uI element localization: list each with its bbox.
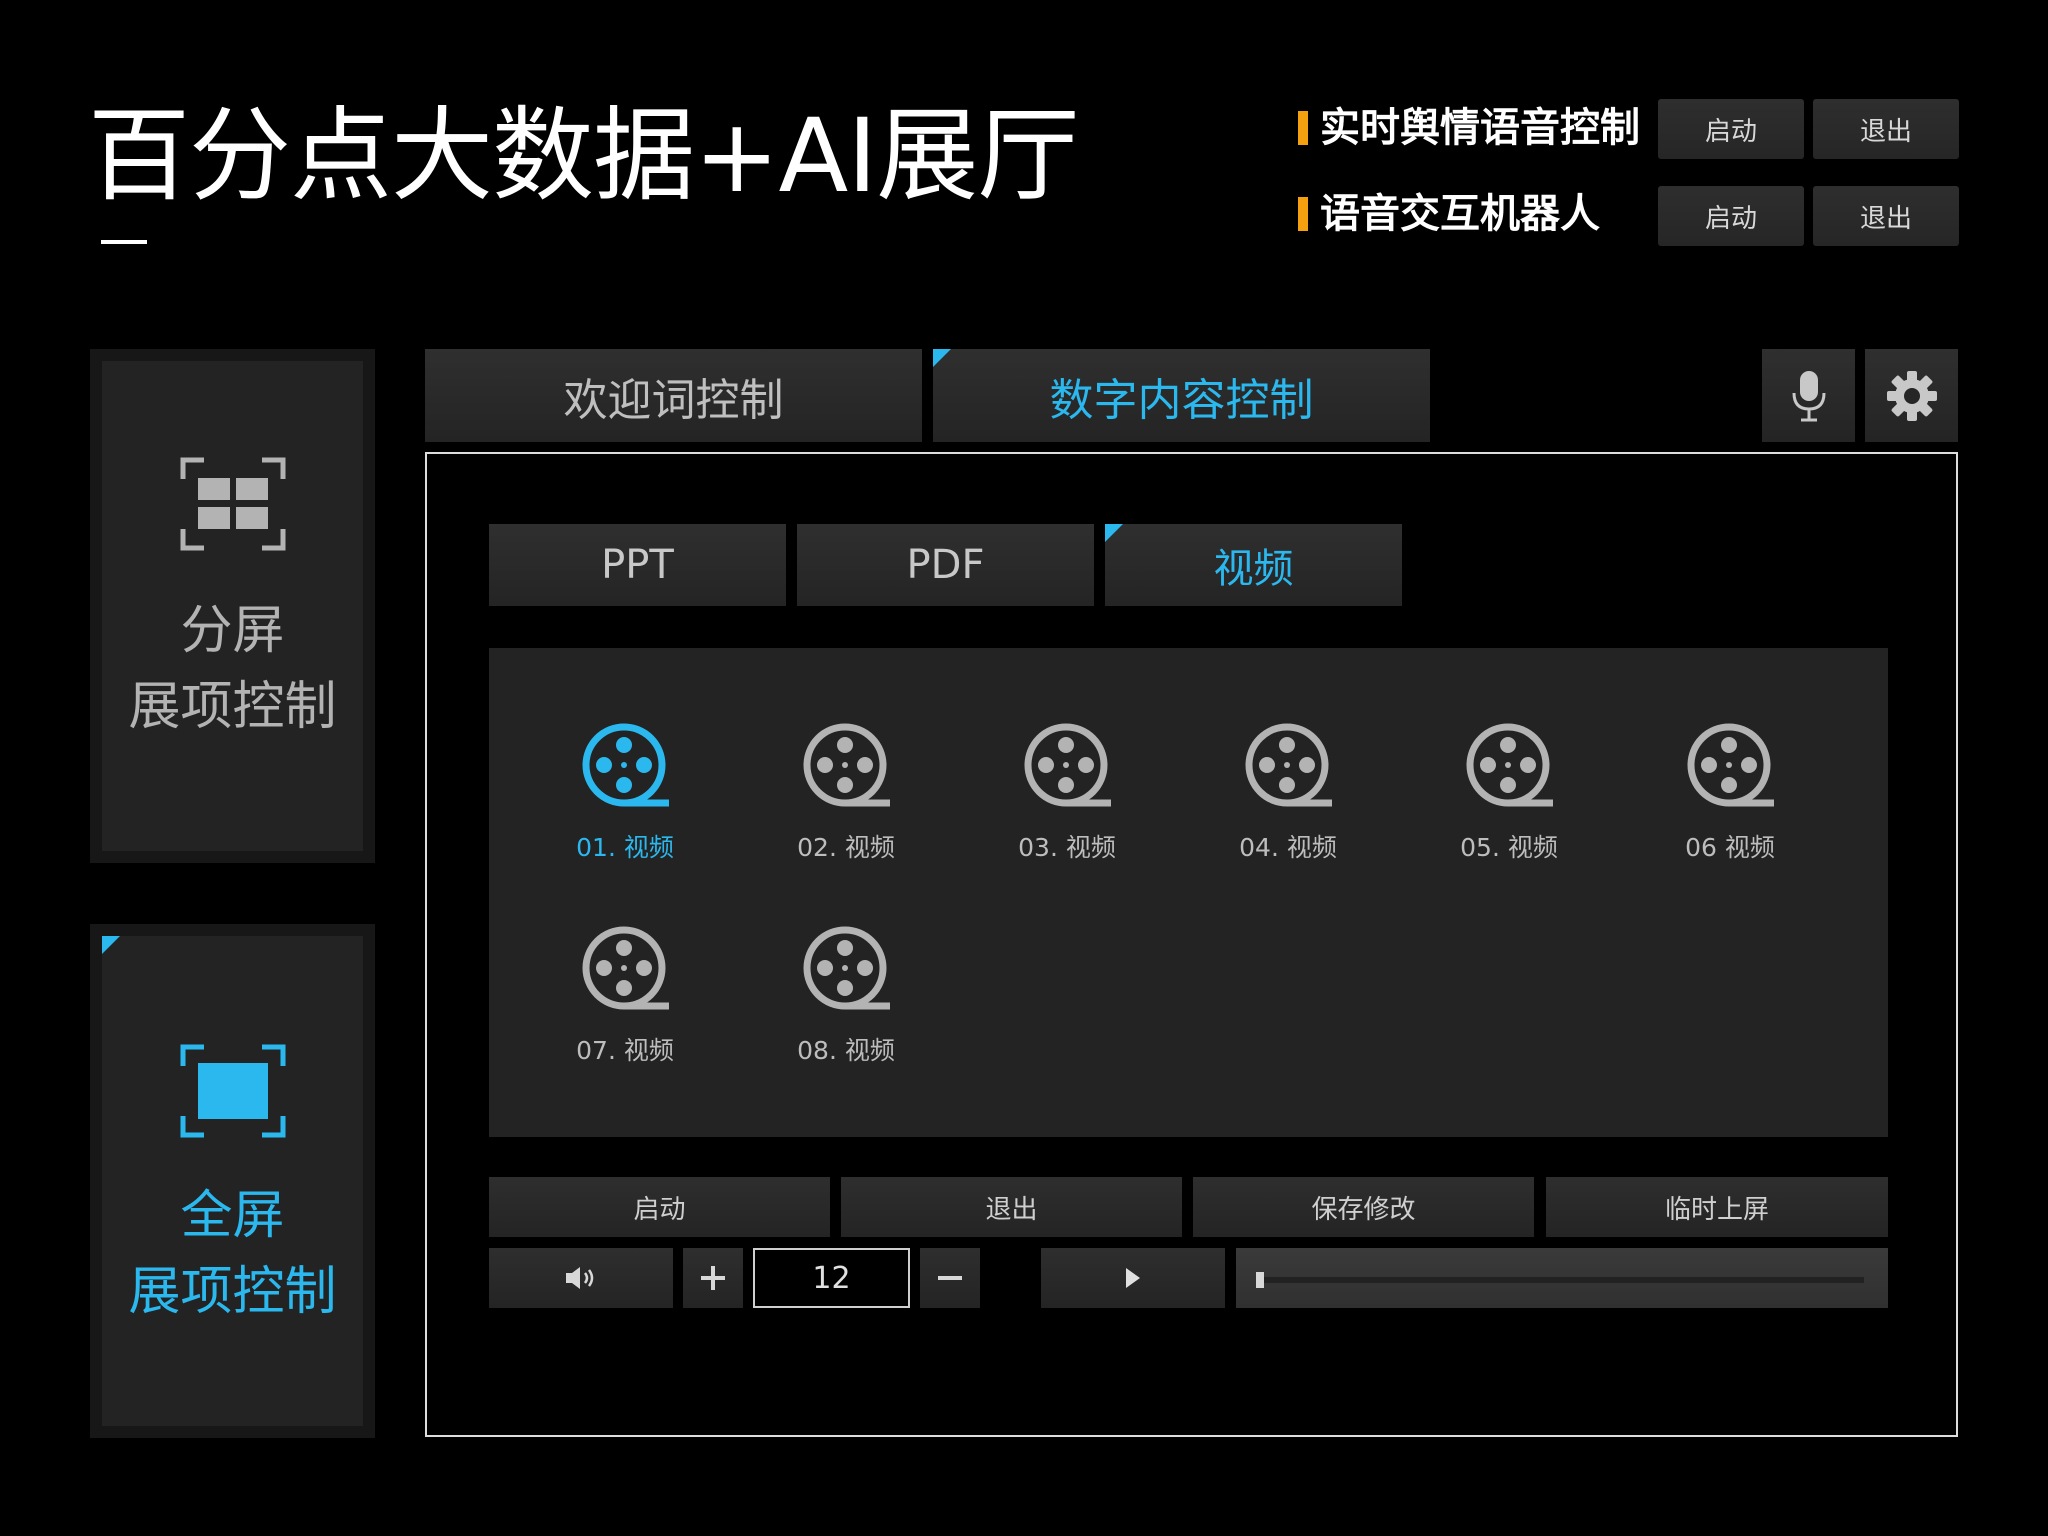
video-item-8[interactable]: 08. 视频	[756, 923, 936, 1067]
plus-icon	[701, 1266, 725, 1290]
play-icon	[1126, 1268, 1140, 1288]
split-screen-card[interactable]: 分屏 展项控制	[90, 349, 375, 863]
video-item-label: 04. 视频	[1239, 833, 1337, 862]
film-reel-icon	[1466, 723, 1553, 807]
tab-digital-content-control[interactable]: 数字内容控制	[933, 349, 1430, 442]
voice-control-label-text: 实时舆情语音控制	[1320, 105, 1640, 151]
playback-progress-bar[interactable]	[1236, 1248, 1888, 1308]
video-item-5[interactable]: 05. 视频	[1419, 720, 1599, 864]
voice-control-2-exit-button[interactable]: 退出	[1813, 186, 1959, 246]
subtab-pdf[interactable]: PDF	[797, 524, 1094, 606]
microphone-icon	[1792, 370, 1825, 421]
video-item-label: 02. 视频	[797, 833, 895, 862]
gear-icon	[1886, 370, 1937, 421]
film-reel-icon	[1687, 723, 1774, 807]
split-screen-icon	[180, 457, 285, 551]
minus-icon	[938, 1276, 962, 1280]
fullscreen-icon	[180, 1044, 285, 1138]
video-item-3[interactable]: 03. 视频	[977, 720, 1157, 864]
video-item-1[interactable]: 01. 视频	[535, 720, 715, 864]
video-item-label: 03. 视频	[1018, 833, 1116, 862]
split-screen-label-line1: 分屏	[180, 601, 285, 661]
exit-button[interactable]: 退出	[841, 1177, 1182, 1237]
voice-control-label-2: 语音交互机器人	[1298, 194, 1600, 234]
subtab-video[interactable]: 视频	[1105, 524, 1402, 606]
title-underline	[101, 240, 147, 244]
active-corner-flag	[1105, 524, 1123, 542]
tab-welcome-control[interactable]: 欢迎词控制	[425, 349, 922, 442]
active-corner-flag	[933, 349, 951, 367]
video-item-7[interactable]: 07. 视频	[535, 923, 715, 1067]
start-button[interactable]: 启动	[489, 1177, 830, 1237]
video-item-label: 01. 视频	[576, 833, 674, 862]
progress-track	[1260, 1277, 1864, 1283]
save-changes-button[interactable]: 保存修改	[1193, 1177, 1534, 1237]
video-item-label: 08. 视频	[797, 1036, 895, 1065]
microphone-button[interactable]	[1762, 349, 1855, 442]
voice-control-label-1: 实时舆情语音控制	[1298, 108, 1640, 148]
subtab-ppt[interactable]: PPT	[489, 524, 786, 606]
video-item-2[interactable]: 02. 视频	[756, 720, 936, 864]
fullscreen-label-line1: 全屏	[180, 1186, 285, 1246]
voice-control-label-text: 语音交互机器人	[1320, 191, 1600, 237]
progress-handle[interactable]	[1256, 1272, 1264, 1288]
tab-digital-content-label: 数字内容控制	[1049, 374, 1314, 426]
volume-button[interactable]	[489, 1248, 673, 1308]
voice-control-2-start-button[interactable]: 启动	[1658, 186, 1804, 246]
volume-value-field[interactable]: 12	[753, 1248, 910, 1308]
fullscreen-card[interactable]: 全屏 展项控制	[90, 924, 375, 1438]
page-title: 百分点大数据+AI展厅	[88, 97, 1079, 216]
temporary-screen-button[interactable]: 临时上屏	[1546, 1177, 1888, 1237]
film-reel-icon	[582, 723, 669, 807]
settings-button[interactable]	[1865, 349, 1958, 442]
split-screen-label-line2: 展项控制	[128, 677, 337, 737]
orange-marker	[1298, 111, 1308, 145]
volume-down-button[interactable]	[920, 1248, 980, 1308]
video-grid-panel: 01. 视频 02. 视频 03. 视频 04. 视频 05. 视频 06 视频…	[489, 648, 1888, 1137]
active-corner-flag	[102, 936, 120, 954]
film-reel-icon	[1245, 723, 1332, 807]
film-reel-icon	[803, 723, 890, 807]
subtab-video-label: 视频	[1213, 546, 1294, 592]
video-item-label: 07. 视频	[576, 1036, 674, 1065]
film-reel-icon	[1024, 723, 1111, 807]
orange-marker	[1298, 197, 1308, 231]
fullscreen-label-line2: 展项控制	[128, 1262, 337, 1322]
film-reel-icon	[582, 926, 669, 1010]
video-item-6[interactable]: 06 视频	[1640, 720, 1820, 864]
voice-control-1-start-button[interactable]: 启动	[1658, 99, 1804, 159]
speaker-icon	[566, 1267, 594, 1289]
play-button[interactable]	[1041, 1248, 1225, 1308]
video-item-label: 06 视频	[1685, 833, 1775, 862]
voice-control-1-exit-button[interactable]: 退出	[1813, 99, 1959, 159]
video-item-4[interactable]: 04. 视频	[1198, 720, 1378, 864]
video-item-label: 05. 视频	[1460, 833, 1558, 862]
volume-up-button[interactable]	[683, 1248, 743, 1308]
film-reel-icon	[803, 926, 890, 1010]
